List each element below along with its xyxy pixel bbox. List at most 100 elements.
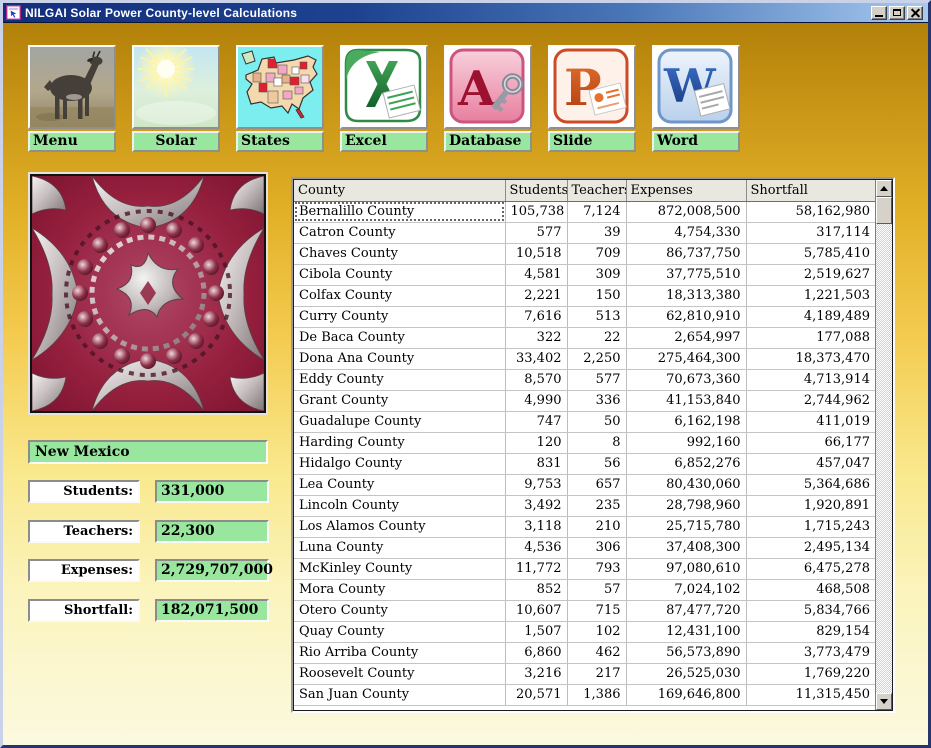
table-cell[interactable]: 992,160: [626, 432, 746, 453]
table-cell[interactable]: 4,713,914: [746, 369, 875, 390]
table-cell[interactable]: 2,654,997: [626, 327, 746, 348]
table-row[interactable]: Rio Arriba County 6,860 462 56,573,890 3…: [294, 642, 875, 663]
table-row[interactable]: Harding County 120 8 992,160 66,177: [294, 432, 875, 453]
table-row[interactable]: Catron County 577 39 4,754,330 317,114: [294, 222, 875, 243]
table-cell[interactable]: 25,715,780: [626, 516, 746, 537]
expenses-field-value[interactable]: 2,729,707,000: [155, 559, 269, 582]
table-cell[interactable]: 56: [567, 453, 626, 474]
students-field-value[interactable]: 331,000: [155, 480, 269, 503]
table-cell[interactable]: 793: [567, 558, 626, 579]
table-cell[interactable]: 4,536: [505, 537, 567, 558]
table-cell[interactable]: 18,373,470: [746, 348, 875, 369]
table-cell[interactable]: 210: [567, 516, 626, 537]
table-cell[interactable]: 6,475,278: [746, 558, 875, 579]
table-cell[interactable]: 58,162,980: [746, 201, 875, 222]
table-cell[interactable]: 57: [567, 579, 626, 600]
table-cell[interactable]: 10,518: [505, 243, 567, 264]
table-cell[interactable]: 8: [567, 432, 626, 453]
table-row[interactable]: De Baca County 322 22 2,654,997 177,088: [294, 327, 875, 348]
table-cell[interactable]: 6,852,276: [626, 453, 746, 474]
table-cell[interactable]: Otero County: [294, 600, 505, 621]
close-button[interactable]: [907, 6, 923, 20]
table-cell[interactable]: Lincoln County: [294, 495, 505, 516]
table-cell[interactable]: 3,773,479: [746, 642, 875, 663]
table-row[interactable]: Mora County 852 57 7,024,102 468,508: [294, 579, 875, 600]
table-cell[interactable]: 3,216: [505, 663, 567, 684]
table-cell[interactable]: 105,738: [505, 201, 567, 222]
table-cell[interactable]: Hidalgo County: [294, 453, 505, 474]
table-row[interactable]: San Juan County 20,571 1,386 169,646,800…: [294, 684, 875, 705]
table-cell[interactable]: 2,744,962: [746, 390, 875, 411]
table-cell[interactable]: 5,785,410: [746, 243, 875, 264]
table-cell[interactable]: 2,495,134: [746, 537, 875, 558]
table-row[interactable]: Lincoln County 3,492 235 28,798,960 1,92…: [294, 495, 875, 516]
table-cell[interactable]: 6,162,198: [626, 411, 746, 432]
table-cell[interactable]: 1,920,891: [746, 495, 875, 516]
table-cell[interactable]: Mora County: [294, 579, 505, 600]
table-cell[interactable]: Cibola County: [294, 264, 505, 285]
table-scrollbar[interactable]: [875, 180, 892, 710]
table-cell[interactable]: 317,114: [746, 222, 875, 243]
table-cell[interactable]: 6,860: [505, 642, 567, 663]
table-cell[interactable]: 8,570: [505, 369, 567, 390]
table-cell[interactable]: 11,772: [505, 558, 567, 579]
table-cell[interactable]: 1,221,503: [746, 285, 875, 306]
table-cell[interactable]: 150: [567, 285, 626, 306]
table-row[interactable]: Quay County 1,507 102 12,431,100 829,154: [294, 621, 875, 642]
table-cell[interactable]: 62,810,910: [626, 306, 746, 327]
table-cell[interactable]: 37,408,300: [626, 537, 746, 558]
table-cell[interactable]: Chaves County: [294, 243, 505, 264]
table-cell[interactable]: 457,047: [746, 453, 875, 474]
column-header-county[interactable]: County: [294, 180, 505, 201]
table-cell[interactable]: 336: [567, 390, 626, 411]
table-cell[interactable]: 309: [567, 264, 626, 285]
slide-button[interactable]: P Slide: [548, 45, 636, 152]
table-cell[interactable]: 97,080,610: [626, 558, 746, 579]
table-cell[interactable]: 41,153,840: [626, 390, 746, 411]
table-cell[interactable]: 306: [567, 537, 626, 558]
table-cell[interactable]: 56,573,890: [626, 642, 746, 663]
table-cell[interactable]: 177,088: [746, 327, 875, 348]
database-button[interactable]: A Database: [444, 45, 532, 152]
table-cell[interactable]: 86,737,750: [626, 243, 746, 264]
table-cell[interactable]: 322: [505, 327, 567, 348]
table-cell[interactable]: 462: [567, 642, 626, 663]
table-cell[interactable]: Lea County: [294, 474, 505, 495]
table-cell[interactable]: 22: [567, 327, 626, 348]
table-cell[interactable]: San Juan County: [294, 684, 505, 705]
table-cell[interactable]: 11,315,450: [746, 684, 875, 705]
table-cell[interactable]: 12,431,100: [626, 621, 746, 642]
table-cell[interactable]: 577: [505, 222, 567, 243]
table-cell[interactable]: 37,775,510: [626, 264, 746, 285]
table-cell[interactable]: 709: [567, 243, 626, 264]
table-cell[interactable]: 7,024,102: [626, 579, 746, 600]
table-cell[interactable]: 4,581: [505, 264, 567, 285]
table-cell[interactable]: 657: [567, 474, 626, 495]
states-button[interactable]: States: [236, 45, 324, 152]
table-row[interactable]: Bernalillo County 105,738 7,124 872,008,…: [294, 201, 875, 222]
column-header-teachers[interactable]: Teachers: [567, 180, 626, 201]
excel-button[interactable]: Excel: [340, 45, 428, 152]
table-cell[interactable]: 2,221: [505, 285, 567, 306]
table-row[interactable]: Guadalupe County 747 50 6,162,198 411,01…: [294, 411, 875, 432]
table-cell[interactable]: 4,990: [505, 390, 567, 411]
table-row[interactable]: Roosevelt County 3,216 217 26,525,030 1,…: [294, 663, 875, 684]
solar-button[interactable]: Solar: [132, 45, 220, 152]
table-cell[interactable]: 10,607: [505, 600, 567, 621]
table-cell[interactable]: 1,386: [567, 684, 626, 705]
table-cell[interactable]: 80,430,060: [626, 474, 746, 495]
table-cell[interactable]: Eddy County: [294, 369, 505, 390]
table-row[interactable]: Luna County 4,536 306 37,408,300 2,495,1…: [294, 537, 875, 558]
table-cell[interactable]: McKinley County: [294, 558, 505, 579]
scroll-down-button[interactable]: [876, 693, 892, 710]
table-cell[interactable]: 3,492: [505, 495, 567, 516]
table-cell[interactable]: 33,402: [505, 348, 567, 369]
table-cell[interactable]: Grant County: [294, 390, 505, 411]
table-row[interactable]: Otero County 10,607 715 87,477,720 5,834…: [294, 600, 875, 621]
table-cell[interactable]: Rio Arriba County: [294, 642, 505, 663]
table-cell[interactable]: 513: [567, 306, 626, 327]
table-cell[interactable]: 1,507: [505, 621, 567, 642]
table-cell[interactable]: 715: [567, 600, 626, 621]
table-cell[interactable]: 9,753: [505, 474, 567, 495]
table-cell[interactable]: 577: [567, 369, 626, 390]
